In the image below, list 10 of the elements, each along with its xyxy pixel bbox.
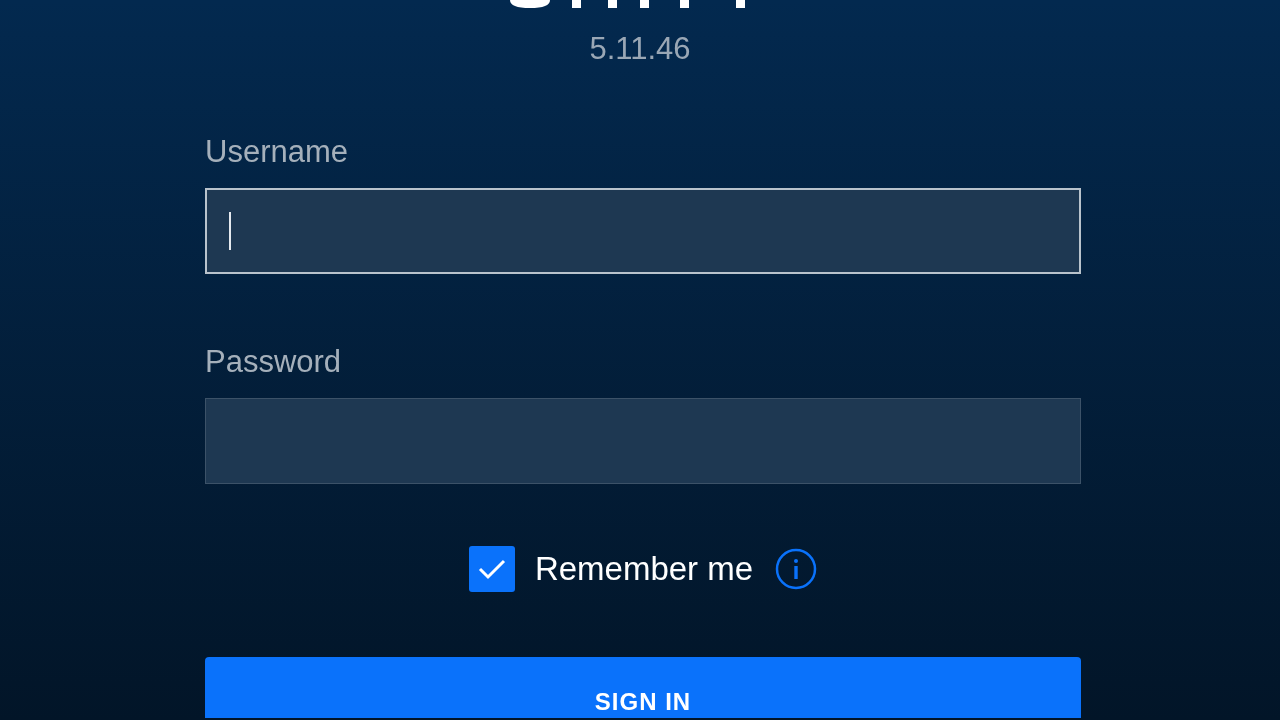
field-label: Username bbox=[205, 133, 349, 171]
checkbox-label: Remember me bbox=[534, 549, 754, 589]
info-icon[interactable] bbox=[775, 548, 818, 590]
sign-in-button[interactable]: SIGN IN bbox=[205, 657, 1081, 718]
input-field[interactable] bbox=[205, 188, 1081, 274]
field-label: Password bbox=[205, 343, 343, 381]
input-field[interactable] bbox=[205, 398, 1081, 484]
checkbox[interactable] bbox=[468, 546, 515, 592]
version-text: 5.11.46 bbox=[588, 30, 692, 68]
check-icon bbox=[476, 557, 507, 581]
